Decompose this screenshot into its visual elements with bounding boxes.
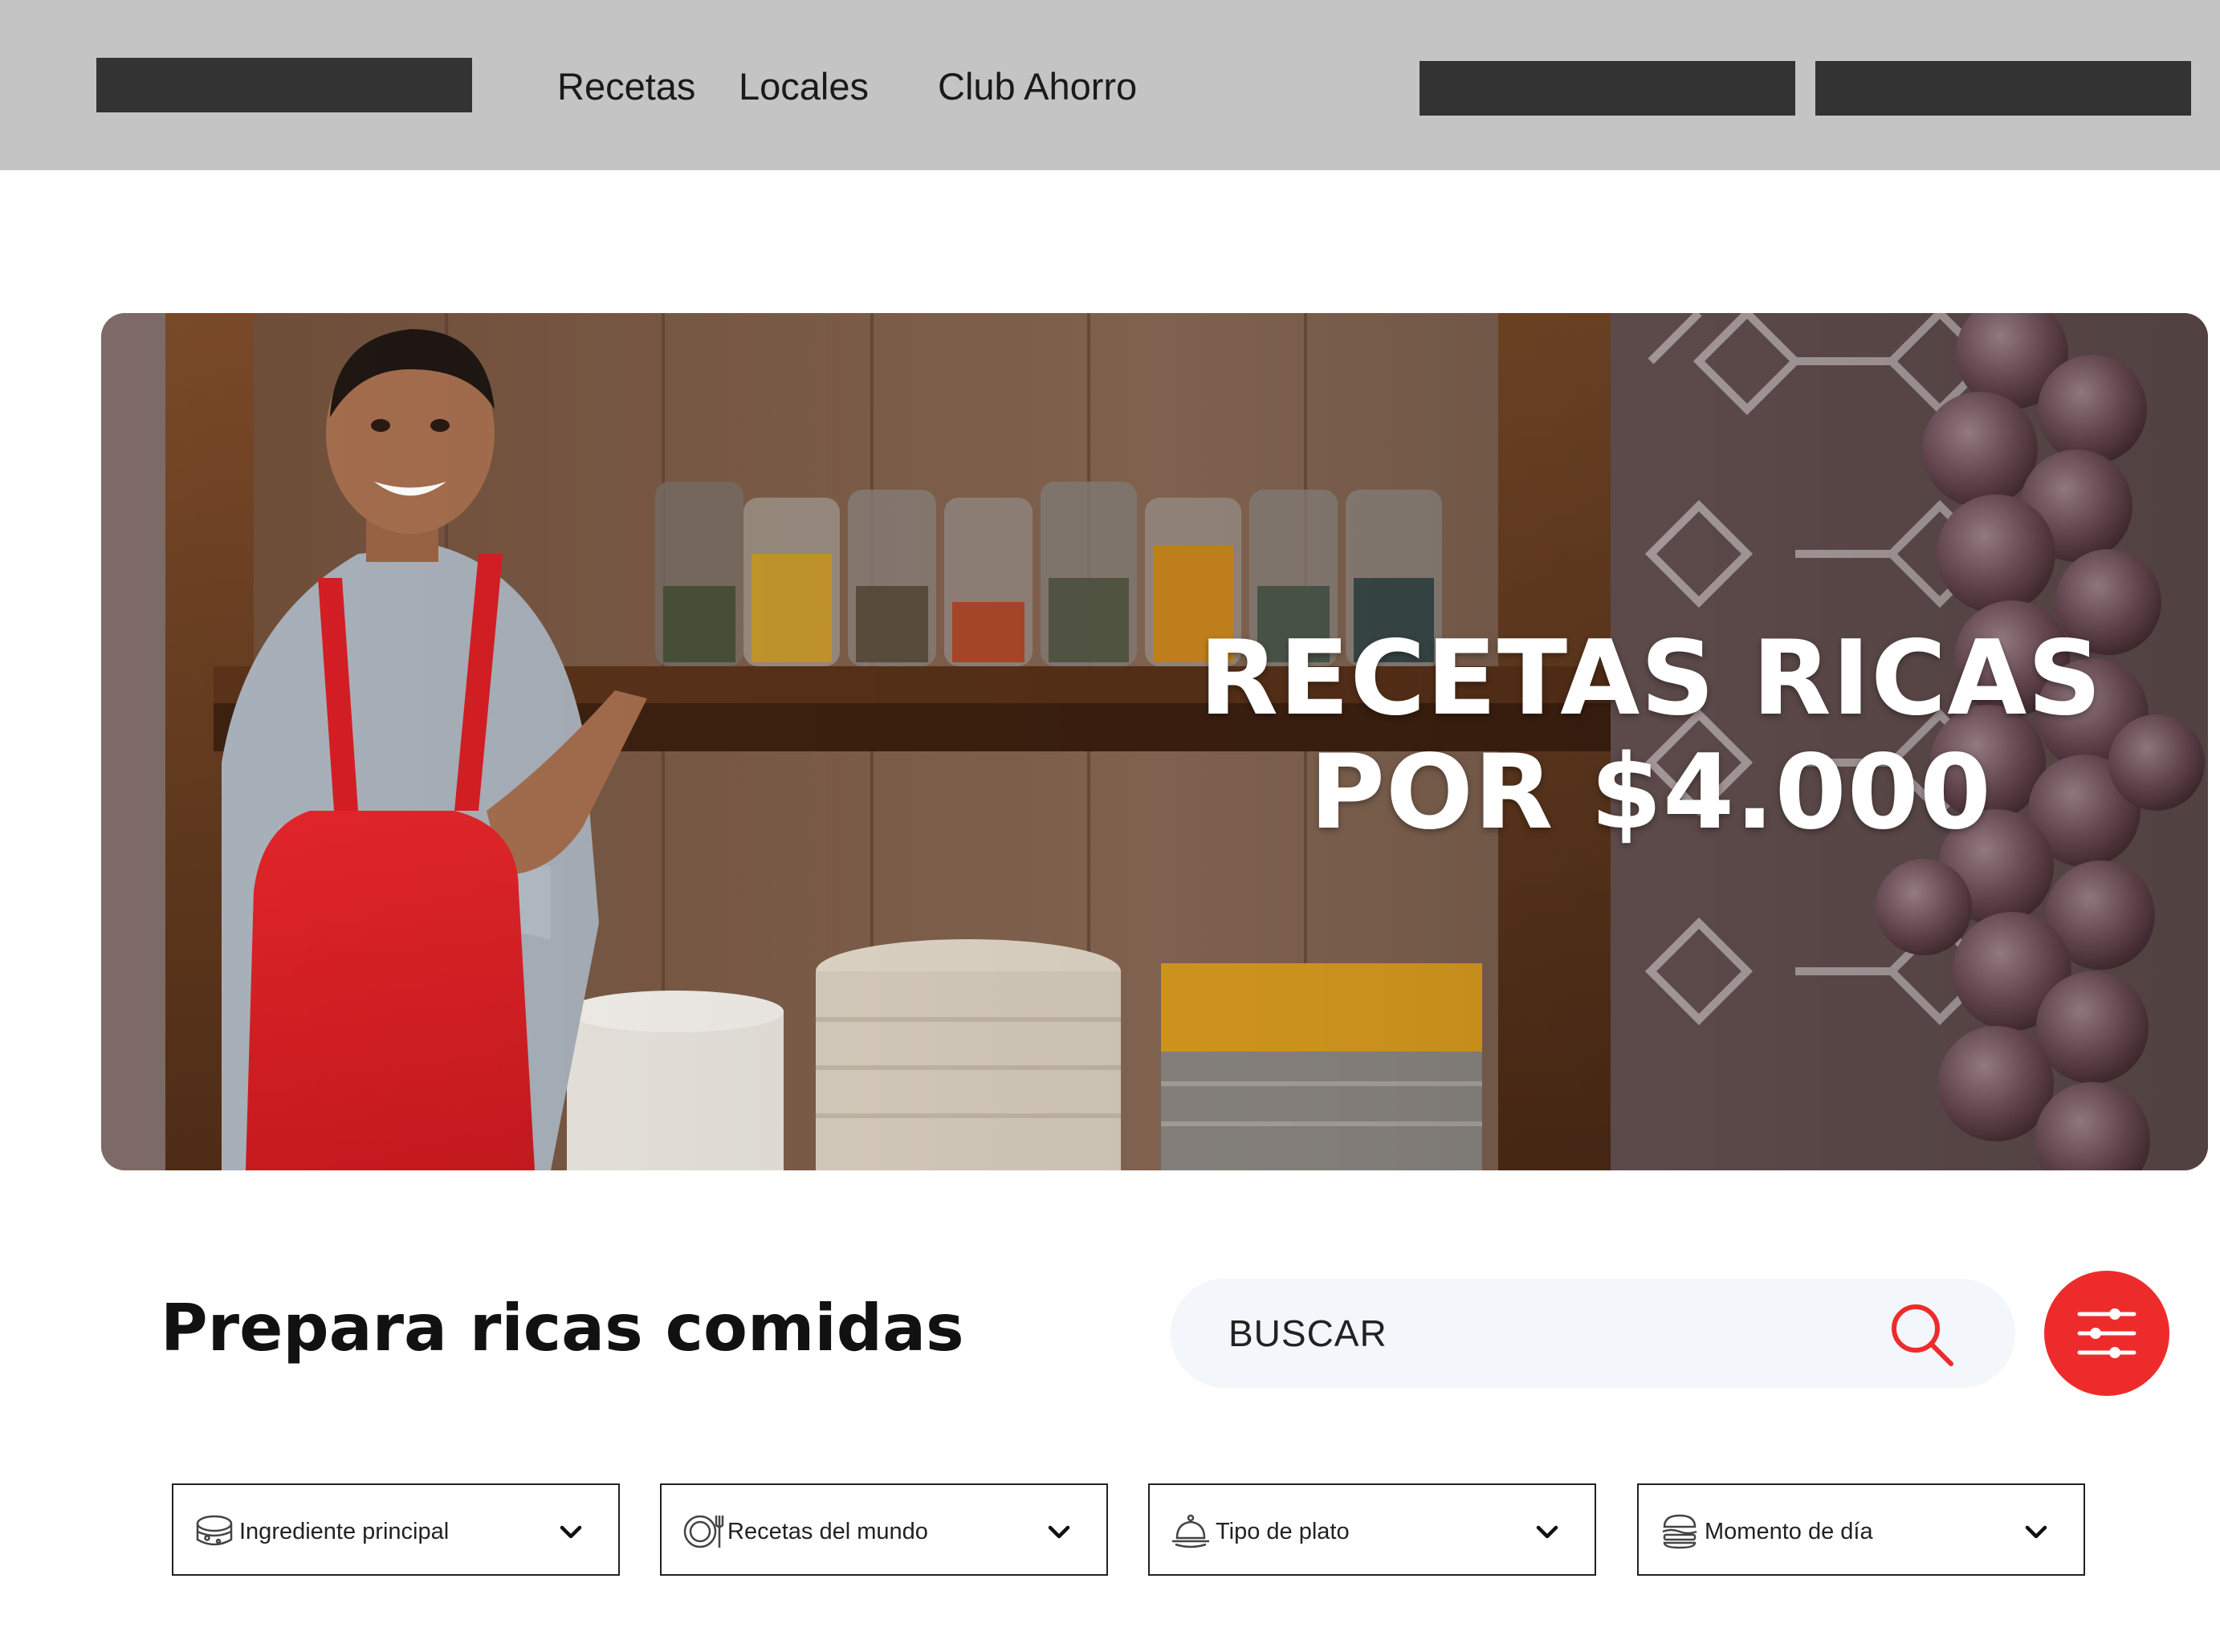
section-title: Prepara ricas comidas [161,1291,964,1365]
hero-banner[interactable]: RECETAS RICAS POR $4.000 [101,313,2208,1170]
dropdown-ingrediente-principal[interactable]: Ingrediente principal [172,1483,620,1576]
dropdown-recetas-del-mundo[interactable]: Recetas del mundo [660,1483,1108,1576]
burger-icon [1662,1514,1697,1549]
hero-title-line-2: POR $4.000 [1310,733,1992,852]
search-bar[interactable] [1171,1279,2015,1388]
dropdown-label: Ingrediente principal [239,1519,450,1544]
chevron-down-icon [2025,1525,2047,1539]
top-header: Recetas Locales Club Ahorro [0,0,2220,170]
chevron-down-icon [560,1525,582,1539]
filter-settings-button[interactable] [2044,1271,2169,1396]
dropdown-momento-de-dia[interactable]: Momento de día [1637,1483,2085,1576]
header-button-placeholder-2[interactable] [1815,61,2191,116]
search-icon[interactable] [1887,1300,1956,1369]
sliders-icon [2077,1308,2136,1358]
cheese-icon [196,1515,233,1546]
dropdown-label: Momento de día [1705,1519,1873,1544]
nav-link-club-ahorro[interactable]: Club Ahorro [938,63,1137,111]
plate-icon [683,1515,724,1548]
dropdown-tipo-de-plato[interactable]: Tipo de plato [1148,1483,1596,1576]
nav-link-recetas[interactable]: Recetas [557,63,695,111]
dish-icon [1172,1514,1209,1548]
header-button-placeholder-1[interactable] [1420,61,1795,116]
dropdown-label: Recetas del mundo [727,1519,928,1544]
nav-link-locales[interactable]: Locales [739,63,869,111]
chevron-down-icon [1536,1525,1558,1539]
chevron-down-icon [1048,1525,1070,1539]
hero-title-line-1: RECETAS RICAS [1199,619,2103,739]
hero-title: RECETAS RICAS POR $4.000 [1089,622,2208,850]
search-input[interactable] [1228,1306,1855,1361]
logo-placeholder[interactable] [96,58,472,112]
dropdown-label: Tipo de plato [1216,1519,1350,1544]
